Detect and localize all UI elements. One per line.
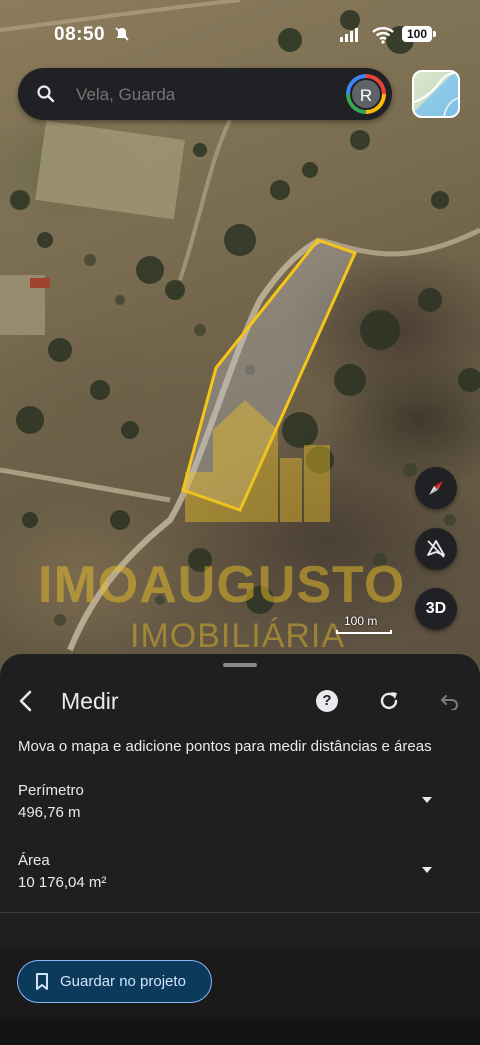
scale-label: 100 m <box>344 614 378 628</box>
wifi-icon <box>372 27 394 44</box>
battery-tip <box>433 31 436 37</box>
cellular-signal-icon <box>340 28 358 42</box>
refresh-icon[interactable] <box>378 690 400 712</box>
system-nav-area <box>0 1017 480 1045</box>
save-button-label: Guardar no projeto <box>60 973 186 990</box>
mute-bell-icon <box>115 27 129 41</box>
tilt-toggle-button[interactable] <box>415 528 457 570</box>
area-label: Área <box>18 852 50 869</box>
satellite-map[interactable]: IMOAUGUSTO IMOBILIÁRIA 08:50 100 R <box>0 0 480 680</box>
compass-button[interactable] <box>415 467 457 509</box>
status-bar: 08:50 100 <box>0 0 480 70</box>
sheet-drag-handle[interactable] <box>223 663 257 667</box>
chevron-down-icon[interactable] <box>421 866 433 874</box>
save-to-project-button[interactable]: Guardar no projeto <box>17 960 212 1003</box>
compass-icon <box>429 481 443 495</box>
map-scale: 100 m <box>336 614 392 634</box>
search-input[interactable] <box>74 82 328 108</box>
sheet-title: Medir <box>61 688 119 714</box>
status-time: 08:50 <box>54 24 106 45</box>
perimeter-label: Perímetro <box>18 782 84 799</box>
measure-bottom-sheet: Medir ? Mova o mapa e adicione pontos pa… <box>0 654 480 1045</box>
help-icon[interactable]: ? <box>316 690 338 712</box>
search-icon <box>37 85 55 103</box>
avatar[interactable]: R <box>346 74 386 114</box>
undo-icon[interactable] <box>440 692 460 710</box>
divider <box>0 912 480 913</box>
scale-line <box>336 630 392 634</box>
avatar-initial: R <box>350 78 382 110</box>
area-value: 10 176,04 m² <box>18 874 107 891</box>
sheet-footer: Guardar no projeto <box>0 947 480 1017</box>
search-bar[interactable]: R <box>18 68 392 120</box>
measure-instructions: Mova o mapa e adicione pontos para medir… <box>18 738 432 755</box>
back-arrow-icon[interactable] <box>14 688 40 714</box>
battery-indicator: 100 <box>402 26 432 42</box>
map-layers-button[interactable] <box>412 70 460 118</box>
3d-toggle-button[interactable]: 3D <box>415 588 457 630</box>
chevron-down-icon[interactable] <box>421 796 433 804</box>
tilt-icon <box>427 540 445 558</box>
layers-thumbnail <box>414 72 458 116</box>
perimeter-value: 496,76 m <box>18 804 81 821</box>
bookmark-icon <box>36 973 48 990</box>
